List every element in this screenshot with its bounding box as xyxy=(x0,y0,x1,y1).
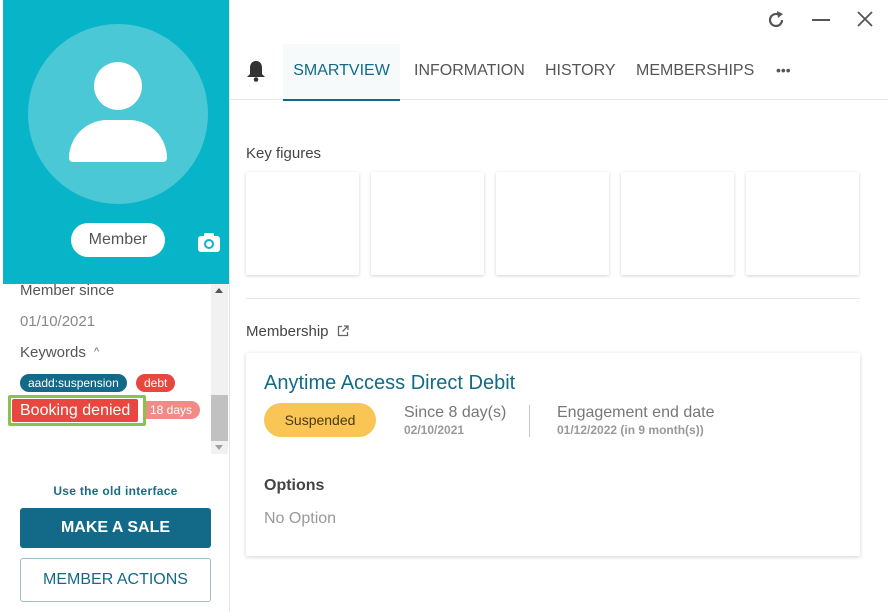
engagement-date: 01/12/2022 (in 9 month(s)) xyxy=(557,423,704,437)
options-label: Options xyxy=(264,477,325,494)
keyword-tag[interactable]: debt xyxy=(136,374,176,392)
chevron-up-icon: ^ xyxy=(94,346,100,358)
section-divider xyxy=(246,298,860,299)
scrollbar-thumb[interactable] xyxy=(211,395,228,441)
avatar[interactable] xyxy=(28,24,208,204)
membership-title[interactable]: Membership xyxy=(246,323,349,340)
key-figure-card[interactable] xyxy=(746,172,859,275)
sidebar-scrollbar[interactable] xyxy=(211,284,228,454)
key-figure-card[interactable] xyxy=(496,172,609,275)
key-figure-card[interactable] xyxy=(621,172,734,275)
membership-card[interactable]: Anytime Access Direct Debit Suspended Si… xyxy=(246,353,860,556)
since-label: Since 8 day(s) xyxy=(404,404,507,421)
membership-title-text: Membership xyxy=(246,323,329,340)
scroll-up-arrow-icon[interactable] xyxy=(215,288,223,293)
keywords-label[interactable]: Keywords ^ xyxy=(20,344,99,361)
tab-history[interactable]: HISTORY xyxy=(545,44,616,99)
make-a-sale-button[interactable]: MAKE A SALE xyxy=(20,508,211,548)
tab-information[interactable]: INFORMATION xyxy=(414,44,525,99)
member-since-value: 01/10/2021 xyxy=(20,313,96,330)
old-interface-link[interactable]: Use the old interface xyxy=(20,484,211,498)
status-badge: Suspended xyxy=(264,403,376,437)
avatar-body-shape xyxy=(69,120,167,162)
keywords-text: Keywords xyxy=(20,344,86,361)
external-link-icon[interactable] xyxy=(337,325,349,337)
days-tag[interactable]: 18 days xyxy=(146,401,201,419)
membership-name[interactable]: Anytime Access Direct Debit xyxy=(264,372,515,395)
booking-denied-tag[interactable]: Booking denied xyxy=(12,399,139,422)
member-sidebar: Member Member since 01/10/2021 Keywords … xyxy=(0,0,230,612)
avatar-head-shape xyxy=(94,62,142,110)
more-tabs-icon[interactable]: ••• xyxy=(776,44,791,99)
key-figure-card[interactable] xyxy=(371,172,484,275)
close-icon[interactable] xyxy=(857,11,873,27)
vertical-divider xyxy=(529,405,530,437)
minimize-icon[interactable] xyxy=(812,19,830,21)
bell-icon[interactable] xyxy=(246,60,266,82)
key-figure-card[interactable] xyxy=(246,172,359,275)
camera-icon[interactable] xyxy=(197,231,221,253)
profile-details: Member since 01/10/2021 Keywords ^ aadd:… xyxy=(0,284,212,454)
profile-header: Member xyxy=(3,0,229,284)
since-date: 02/10/2021 xyxy=(404,423,465,437)
tab-memberships[interactable]: MEMBERSHIPS xyxy=(636,44,754,99)
member-tabs: SMARTVIEW INFORMATION HISTORY MEMBERSHIP… xyxy=(230,44,888,101)
member-role-badge: Member xyxy=(71,223,165,257)
member-actions-button[interactable]: MEMBER ACTIONS xyxy=(20,558,211,602)
engagement-label: Engagement end date xyxy=(557,404,715,421)
key-figures-title: Key figures xyxy=(246,145,322,162)
refresh-icon[interactable] xyxy=(765,9,787,31)
member-since-label: Member since xyxy=(20,284,115,299)
keyword-tag[interactable]: aadd:suspension xyxy=(20,374,127,392)
options-value: No Option xyxy=(264,510,337,527)
tab-smartview[interactable]: SMARTVIEW xyxy=(283,44,400,101)
scroll-down-arrow-icon[interactable] xyxy=(215,445,223,450)
